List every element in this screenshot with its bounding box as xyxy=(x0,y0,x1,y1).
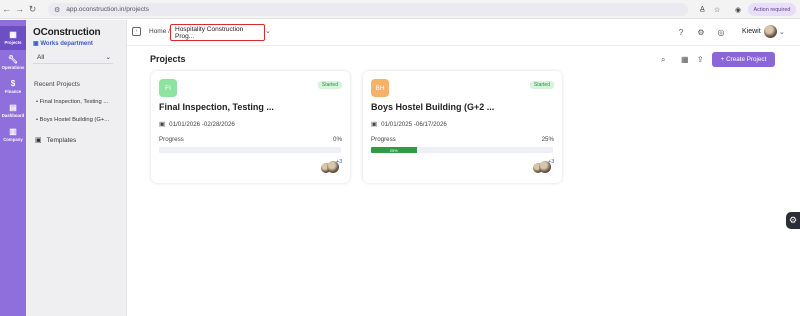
templates-icon: ▣ xyxy=(35,137,42,144)
floating-settings-gear-icon[interactable]: ⚙ xyxy=(786,212,800,229)
status-badge: Started xyxy=(529,81,554,89)
progress-label: Progress xyxy=(371,136,396,143)
project-sidebar xyxy=(26,20,127,316)
project-initials-badge: BH xyxy=(371,79,389,97)
project-title[interactable]: Final Inspection, Testing ... xyxy=(159,102,274,112)
translate-icon[interactable]: A̲ xyxy=(700,3,705,16)
more-members-count[interactable]: +3 xyxy=(336,159,342,165)
action-required-button[interactable]: Action required xyxy=(748,3,796,16)
page-title: Projects xyxy=(150,54,186,64)
header-divider xyxy=(127,45,800,46)
app-rail: ▦ Projects 🔧︎ Operations $ Finance ▤ Das… xyxy=(0,20,26,316)
reload-icon[interactable]: ↻ xyxy=(26,0,39,19)
more-members-count[interactable]: +3 xyxy=(548,159,554,165)
chevron-down-icon[interactable]: ⌄ xyxy=(779,28,785,36)
app-logo: OConstruction xyxy=(33,27,101,38)
department-label[interactable]: ▣ Works department xyxy=(33,40,93,47)
project-title[interactable]: Boys Hostel Building (G+2 ... xyxy=(371,102,494,112)
wrench-icon: 🔧︎ xyxy=(7,55,19,64)
settings-gear-icon[interactable]: ⚙ xyxy=(696,27,706,37)
create-project-button[interactable]: + Create Project xyxy=(712,52,775,67)
site-info-icon[interactable]: ⚙ xyxy=(54,6,60,14)
recent-project-item[interactable]: • Final Inspection, Testing ... xyxy=(36,99,108,105)
breadcrumb-home[interactable]: Home / xyxy=(149,28,170,35)
progress-value: 0% xyxy=(333,136,342,143)
rail-item-projects[interactable]: ▦ Projects xyxy=(0,26,26,50)
chevron-down-icon[interactable]: ⌄ xyxy=(265,27,271,35)
calendar-icon: ▣ xyxy=(371,121,378,128)
rail-item-operations[interactable]: 🔧︎ Operations xyxy=(0,53,26,73)
company-icon: ▥ xyxy=(9,127,17,136)
dollar-icon: $ xyxy=(10,79,16,88)
forward-icon[interactable]: → xyxy=(13,0,26,19)
progress-bar xyxy=(159,147,341,153)
project-card[interactable]: FI Started Final Inspection, Testing ...… xyxy=(151,71,350,183)
templates-link[interactable]: ▣ Templates xyxy=(35,136,76,145)
address-bar[interactable]: ⚙ app.oconstruction.in/projects xyxy=(48,3,688,16)
breadcrumb-project-select[interactable]: Hospitality Construction Prog... xyxy=(170,24,265,41)
project-dates: ▣ 01/01/2025 -06/17/2026 xyxy=(371,120,447,129)
recent-projects-heading: Recent Projects xyxy=(34,81,80,88)
sidebar-collapse-icon[interactable]: ‹ xyxy=(132,27,141,36)
profile-icon[interactable]: ◉ xyxy=(735,3,741,16)
recent-project-item[interactable]: • Boys Hostel Building (G+... xyxy=(36,117,109,123)
project-dates: ▣ 01/01/2026 -02/28/2026 xyxy=(159,120,235,129)
rail-item-finance[interactable]: $ Finance xyxy=(0,77,26,97)
url-text: app.oconstruction.in/projects xyxy=(66,6,150,13)
chevron-down-icon: ⌄ xyxy=(105,54,111,61)
rail-item-dashboard[interactable]: ▤ Dashboard xyxy=(0,101,26,121)
bookmark-star-icon[interactable]: ☆ xyxy=(714,3,720,16)
progress-label: Progress xyxy=(159,136,184,143)
status-badge: Started xyxy=(317,81,342,89)
progress-value: 25% xyxy=(541,136,554,143)
dashboard-icon: ▤ xyxy=(9,103,17,112)
search-icon[interactable]: ⌕ xyxy=(661,55,665,65)
progress-fill: 25% xyxy=(371,147,417,153)
help-icon[interactable]: ? xyxy=(676,27,686,37)
avatar[interactable] xyxy=(764,25,777,38)
globe-icon[interactable]: ◎ xyxy=(716,27,726,37)
calendar-icon: ▣ xyxy=(159,121,166,128)
project-filter-select[interactable]: All ⌄ xyxy=(33,51,113,64)
project-initials-badge: FI xyxy=(159,79,177,97)
grid-view-icon[interactable]: ▦ xyxy=(681,55,689,64)
project-card[interactable]: BH Started Boys Hostel Building (G+2 ...… xyxy=(363,71,562,183)
rail-item-company[interactable]: ▥ Company xyxy=(0,125,26,145)
share-icon[interactable]: ⇪ xyxy=(697,55,704,64)
back-icon[interactable]: ← xyxy=(0,0,13,19)
progress-bar: 25% xyxy=(371,147,553,153)
building-icon: ▦ xyxy=(9,30,17,39)
user-name[interactable]: Kiewit xyxy=(742,28,761,35)
